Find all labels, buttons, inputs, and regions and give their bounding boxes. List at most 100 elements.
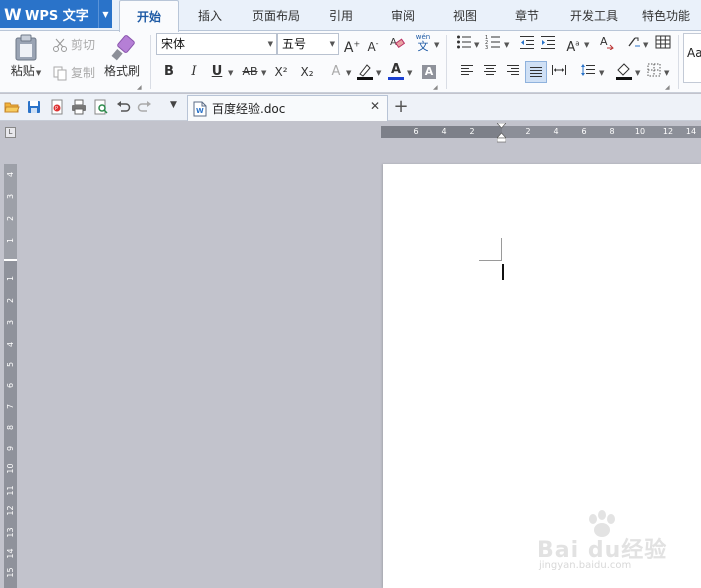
superscript-button[interactable]: X² (271, 62, 291, 82)
document-tab[interactable]: W 百度经验.doc ✕ (187, 95, 388, 121)
underline-button[interactable]: U (207, 62, 227, 82)
tab-developer[interactable]: 开发工具 (563, 0, 625, 31)
export-pdf-icon[interactable]: P (49, 99, 65, 115)
chevron-down-icon[interactable]: ▼ (376, 69, 381, 77)
tab-references[interactable]: 引用 (318, 0, 364, 31)
character-shading-button[interactable]: A (419, 62, 439, 82)
chevron-down-icon[interactable]: ▼ (346, 69, 351, 77)
tab-section[interactable]: 章节 (504, 0, 550, 31)
table-button[interactable] (653, 34, 673, 54)
horizontal-ruler[interactable]: 6 4 2 2 4 6 8 10 12 14 (381, 126, 701, 138)
tab-home[interactable]: 开始 (119, 0, 179, 32)
chevron-down-icon[interactable]: ▼ (664, 69, 669, 77)
tab-special-features[interactable]: 特色功能 (635, 0, 697, 31)
indent-marker-icon[interactable] (497, 123, 506, 143)
italic-button[interactable]: I (184, 62, 204, 82)
tab-stop-selector[interactable]: L (5, 127, 16, 138)
increase-indent-button[interactable] (538, 34, 558, 54)
font-size-value: 五号 (282, 37, 307, 51)
ruler-tick: 6 (6, 382, 15, 389)
show-hide-marks-button[interactable] (624, 34, 644, 54)
paint-bucket-icon (616, 63, 632, 80)
clear-format-button[interactable]: A (387, 34, 407, 54)
chevron-down-icon[interactable]: ▼ (407, 69, 412, 77)
chevron-down-icon[interactable]: ▼ (643, 41, 648, 49)
app-menu-button[interactable]: W WPS 文字 ▼ (0, 0, 112, 28)
shrink-font-button[interactable]: A- (363, 34, 383, 54)
font-size-select[interactable]: 五号 ▼ (277, 33, 339, 55)
svg-text:3: 3 (485, 45, 488, 50)
decrease-indent-button[interactable] (517, 34, 537, 54)
chevron-down-icon[interactable]: ▼ (635, 69, 640, 77)
format-painter-icon (111, 35, 135, 61)
open-folder-icon[interactable] (4, 99, 20, 115)
pinyin-guide-button[interactable]: wén 文 (412, 32, 434, 52)
paragraph-dialog-launcher-icon[interactable]: ◢ (665, 84, 670, 91)
chevron-down-icon: ▼ (267, 40, 273, 48)
font-color-button[interactable]: A (386, 60, 406, 80)
highlight-color-button[interactable] (355, 62, 375, 82)
paste-button[interactable]: 粘贴▼ (6, 34, 46, 79)
chevron-down-icon[interactable]: ▼ (261, 69, 266, 77)
bullets-button[interactable] (454, 34, 474, 54)
save-icon[interactable] (26, 99, 42, 115)
font-name-select[interactable]: 宋体 ▼ (156, 33, 277, 55)
align-center-button[interactable] (480, 62, 500, 82)
ruler-tick: 8 (609, 127, 615, 136)
chevron-down-icon[interactable]: ▼ (228, 69, 233, 77)
ruler-tick: 2 (6, 297, 15, 304)
ruler-tick: 2 (469, 127, 475, 136)
tab-insert[interactable]: 插入 (184, 0, 236, 31)
strikethrough-button[interactable]: AB (239, 62, 261, 82)
text-direction-icon: A (600, 35, 614, 51)
grow-font-button[interactable]: A+ (342, 34, 362, 56)
app-menu-dropdown-icon[interactable]: ▼ (98, 0, 112, 28)
align-left-icon (461, 65, 473, 75)
align-justify-icon (530, 67, 542, 77)
shading-button[interactable] (614, 62, 634, 82)
numbered-list-icon: 123 (485, 35, 500, 51)
close-tab-icon[interactable]: ✕ (370, 99, 380, 113)
tab-view[interactable]: 视图 (442, 0, 488, 31)
bold-button[interactable]: B (159, 62, 179, 82)
ruler-tick: 6 (581, 127, 587, 136)
copy-button[interactable]: 复制 (52, 64, 95, 81)
borders-button[interactable] (644, 62, 664, 82)
customize-toolbar-dropdown-icon[interactable]: ▼ (170, 100, 177, 110)
print-icon[interactable] (71, 99, 87, 115)
cut-button[interactable]: 剪切 (52, 36, 95, 53)
align-right-button[interactable] (503, 62, 523, 82)
undo-icon[interactable] (115, 99, 131, 115)
style-gallery[interactable]: Aa (683, 33, 701, 83)
paragraph-mark-icon (628, 37, 640, 47)
vertical-ruler[interactable]: 4 3 2 1 1 2 3 4 5 6 7 8 9 10 11 12 13 14… (4, 164, 17, 588)
chinese-layout-button[interactable]: A (596, 34, 616, 54)
subscript-button[interactable]: X₂ (297, 62, 317, 82)
chevron-down-icon[interactable]: ▼ (434, 41, 439, 49)
numbering-button[interactable]: 123 (483, 34, 503, 54)
chevron-down-icon[interactable]: ▼ (599, 69, 604, 77)
format-painter-button[interactable]: 格式刷 (102, 34, 142, 79)
new-tab-button[interactable]: + (392, 96, 410, 118)
distributed-align-button[interactable] (549, 62, 569, 82)
line-spacing-button[interactable] (578, 62, 598, 82)
chevron-down-icon[interactable]: ▼ (584, 41, 589, 49)
redo-icon[interactable] (137, 99, 153, 115)
ruler-tick: 3 (6, 319, 15, 326)
change-case-button[interactable]: Aa (563, 34, 583, 55)
quick-access-toolbar: P ▼ W 百度经验.doc ✕ + (0, 94, 701, 121)
format-painter-label: 格式刷 (103, 64, 140, 78)
tab-page-layout[interactable]: 页面布局 (244, 0, 308, 31)
bullet-list-icon (457, 35, 471, 49)
baidu-jingyan-watermark: Bai du经验 jingyan.baidu.com (537, 510, 697, 580)
align-left-button[interactable] (457, 62, 477, 82)
tab-review[interactable]: 审阅 (380, 0, 426, 31)
print-preview-icon[interactable] (93, 99, 109, 115)
chevron-down-icon[interactable]: ▼ (504, 41, 509, 49)
justify-button[interactable] (525, 61, 547, 83)
text-effect-button[interactable]: A (326, 62, 346, 82)
font-dialog-launcher-icon[interactable]: ◢ (433, 84, 438, 91)
svg-text:A: A (600, 35, 608, 48)
chevron-down-icon[interactable]: ▼ (474, 41, 479, 49)
clipboard-dialog-launcher-icon[interactable]: ◢ (137, 84, 142, 91)
